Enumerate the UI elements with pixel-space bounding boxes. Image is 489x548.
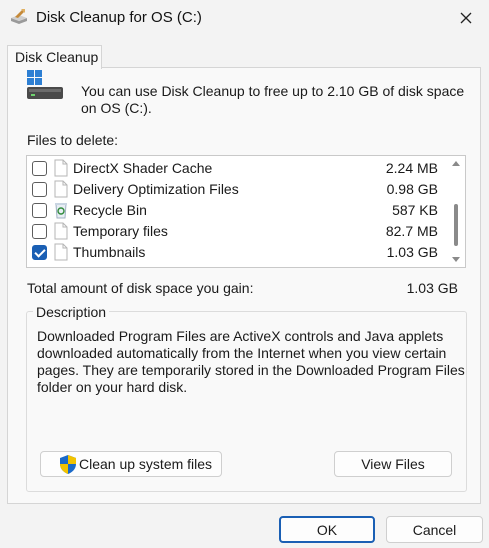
file-name: Delivery Optimization Files (73, 181, 239, 197)
clean-up-system-files-button[interactable]: Clean up system files (40, 451, 222, 477)
file-name: Thumbnails (73, 244, 146, 260)
intro-text: You can use Disk Cleanup to free up to 2… (81, 83, 465, 116)
list-item-delivery-optimization-files[interactable]: Delivery Optimization Files 0.98 GB (27, 179, 447, 200)
ok-button[interactable]: OK (279, 516, 375, 543)
description-text: Downloaded Program Files are ActiveX con… (37, 328, 465, 395)
drive-icon (27, 70, 63, 99)
file-size: 82.7 MB (385, 223, 438, 239)
file-icon (54, 180, 68, 198)
window-title: Disk Cleanup for OS (C:) (36, 9, 202, 26)
close-icon (460, 12, 472, 24)
clean-up-system-files-label: Clean up system files (79, 456, 213, 472)
list-item-thumbnails[interactable]: Thumbnails 1.03 GB (27, 242, 447, 263)
checkbox[interactable] (32, 224, 47, 239)
tab-disk-cleanup[interactable]: Disk Cleanup (7, 45, 102, 69)
vertical-scrollbar[interactable] (447, 156, 465, 267)
file-icon (54, 222, 68, 240)
file-icon (54, 243, 68, 261)
list-item-directx-shader-cache[interactable]: DirectX Shader Cache 2.24 MB (27, 158, 447, 179)
recycle-bin-icon (55, 203, 67, 219)
checkbox[interactable] (32, 161, 47, 176)
list-item-temporary-files[interactable]: Temporary files 82.7 MB (27, 221, 447, 242)
list-item-recycle-bin[interactable]: Recycle Bin 587 KB (27, 200, 447, 221)
files-list[interactable]: DirectX Shader Cache 2.24 MB Delivery Op… (26, 155, 466, 268)
total-space-value: 1.03 GB (406, 280, 458, 296)
files-to-delete-label: Files to delete: (27, 132, 119, 148)
view-files-button[interactable]: View Files (334, 451, 452, 477)
file-size: 587 KB (392, 202, 438, 218)
uac-shield-icon (60, 454, 76, 474)
scroll-up-arrow-icon[interactable] (452, 161, 460, 166)
scroll-thumb[interactable] (454, 204, 458, 246)
disk-cleanup-icon (11, 9, 27, 24)
cancel-button[interactable]: Cancel (386, 516, 483, 543)
file-name: Temporary files (73, 223, 168, 239)
checkbox[interactable] (32, 182, 47, 197)
checkbox[interactable] (32, 203, 47, 218)
title-bar: Disk Cleanup for OS (C:) (0, 0, 489, 36)
file-name: Recycle Bin (73, 202, 147, 218)
close-button[interactable] (443, 0, 489, 36)
file-icon (54, 159, 68, 177)
total-space-label: Total amount of disk space you gain: (27, 280, 254, 296)
file-size: 0.98 GB (386, 181, 438, 197)
scroll-down-arrow-icon[interactable] (452, 257, 460, 262)
file-name: DirectX Shader Cache (73, 160, 213, 176)
description-legend: Description (33, 304, 110, 320)
file-size: 2.24 MB (385, 160, 438, 176)
checkbox-checked[interactable] (32, 245, 47, 260)
file-size: 1.03 GB (386, 244, 438, 260)
